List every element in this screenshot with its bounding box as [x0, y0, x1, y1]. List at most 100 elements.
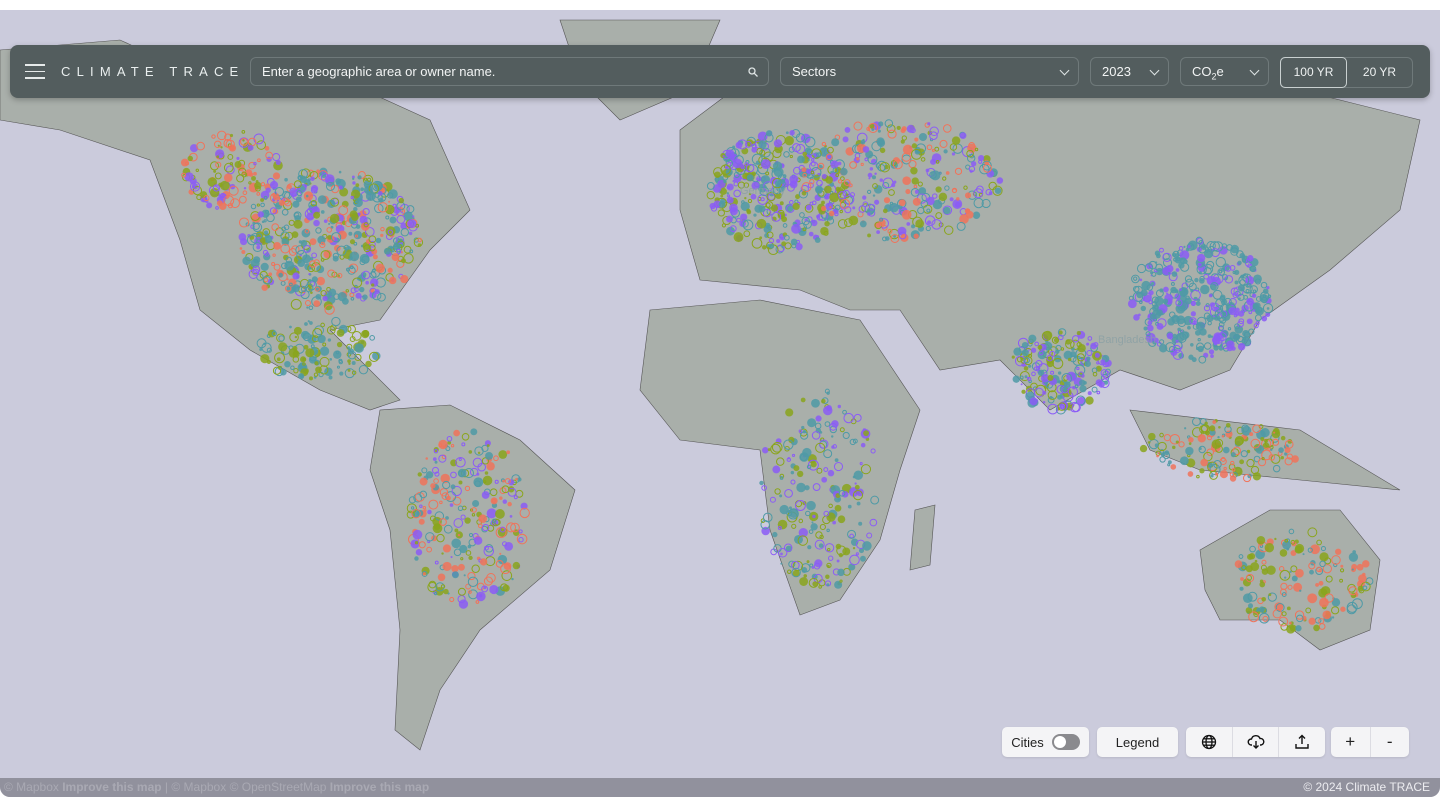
emission-source-dot [1213, 420, 1216, 423]
emission-source-dot [709, 202, 716, 210]
search-icon[interactable] [748, 67, 758, 77]
emission-source-dot [1100, 359, 1106, 365]
emission-source-dot [906, 124, 915, 133]
emission-source-dot [1319, 552, 1329, 562]
improve-map-link-2[interactable]: Improve this map [330, 780, 429, 794]
emission-source-dot [490, 497, 498, 505]
emission-source-dot [484, 471, 489, 475]
emission-source-dot [1200, 244, 1207, 250]
emission-source-dot [807, 545, 812, 550]
land-madagascar [909, 504, 936, 571]
legend-button[interactable]: Legend [1097, 727, 1178, 757]
emission-source-dot [265, 187, 271, 193]
emission-source-dot [877, 129, 881, 133]
emission-source-dot [1219, 470, 1228, 479]
emission-source-dot [1087, 391, 1092, 396]
emission-source-dot [1057, 371, 1062, 375]
emission-source-dot [1286, 624, 1296, 634]
emission-source-dot [495, 509, 505, 519]
globe-button[interactable] [1186, 727, 1232, 757]
emission-source-dot [369, 335, 375, 341]
emission-source-dot [914, 189, 919, 194]
emission-source-dot [362, 294, 368, 300]
emission-source-dot [304, 322, 308, 326]
emission-source-dot [310, 291, 313, 295]
hamburger-icon[interactable] [25, 64, 45, 80]
gwp-20yr-button[interactable]: 20 YR [1347, 58, 1412, 87]
emission-source-dot [1156, 323, 1164, 330]
emission-source-dot [876, 137, 885, 146]
gwp-100yr-button[interactable]: 100 YR [1280, 57, 1347, 88]
emission-source-dot [1141, 280, 1151, 291]
emission-source-dot [820, 226, 829, 236]
emission-source-dot [807, 158, 810, 162]
emission-source-dot [388, 189, 398, 199]
emission-source-dot [365, 280, 369, 285]
emission-source-dot [284, 260, 295, 271]
emission-source-dot [816, 214, 821, 219]
emission-source-dot [988, 191, 993, 196]
emission-source-dot [451, 571, 459, 579]
emission-source-dot [294, 335, 298, 339]
emission-source-dot [329, 358, 333, 361]
emission-source-dot [837, 497, 841, 501]
download-button[interactable] [1231, 727, 1279, 757]
year-dropdown[interactable]: 2023 [1090, 57, 1169, 86]
emissions-map[interactable]: Germany Bangladesh [0, 10, 1440, 797]
emission-source-dot [765, 130, 773, 137]
osm-attribution[interactable]: | © Mapbox © OpenStreetMap [162, 780, 330, 794]
emission-source-dot [842, 136, 849, 143]
emission-source-dot [184, 172, 194, 182]
emission-source-dot [229, 133, 234, 138]
emission-source-dot [902, 176, 911, 185]
cloud-download-icon [1247, 735, 1264, 749]
emission-source-dot [780, 562, 783, 565]
zoom-out-button[interactable]: - [1369, 727, 1410, 757]
sectors-dropdown[interactable]: Sectors [780, 57, 1079, 86]
emission-source-dot [1190, 311, 1196, 317]
emission-source-dot [825, 574, 830, 579]
emission-source-dot [305, 194, 309, 198]
emission-source-dot [1279, 549, 1288, 557]
emission-source-dot [1286, 547, 1290, 551]
emission-source-dot [1023, 366, 1029, 371]
share-button[interactable] [1278, 727, 1325, 757]
emission-source-dot [450, 484, 456, 490]
emission-source-dot [1188, 437, 1194, 443]
emission-source-dot [720, 194, 724, 198]
emission-source-dot [297, 259, 306, 267]
emission-source-dot [1273, 431, 1276, 434]
gas-dropdown[interactable]: CO2e [1180, 57, 1269, 86]
emission-source-dot [1251, 293, 1257, 298]
emission-source-dot [1073, 355, 1078, 359]
emission-source-dot [898, 199, 906, 207]
emission-source-dot [1239, 586, 1244, 591]
emission-source-dot [458, 563, 465, 571]
emission-source-dot [485, 451, 493, 460]
emission-source-dot [1245, 565, 1253, 573]
emission-source-dot [1193, 296, 1198, 302]
emission-source-dot [852, 475, 856, 479]
improve-map-link[interactable]: Improve this map [62, 780, 161, 794]
mapbox-attribution[interactable]: © Mapbox [4, 780, 59, 794]
emission-source-dot [316, 276, 326, 286]
emission-source-dot [1057, 380, 1061, 383]
cities-switch[interactable] [1051, 734, 1080, 750]
emission-source-dot [1302, 553, 1305, 556]
emission-source-dot [1253, 274, 1262, 284]
emission-source-dot [842, 547, 851, 556]
emission-source-dot [1209, 425, 1216, 432]
cities-toggle[interactable]: Cities [1002, 727, 1089, 757]
emission-source-dot [319, 346, 330, 356]
emission-source-dot [1184, 427, 1187, 430]
emission-source-dot [959, 132, 967, 140]
emission-source-dot [1331, 616, 1335, 619]
emission-source-dot [1164, 450, 1170, 456]
emission-source-dot [300, 239, 308, 247]
search-input[interactable]: Enter a geographic area or owner name. [250, 57, 769, 86]
emission-source-dot [320, 210, 325, 214]
map-canvas[interactable] [0, 10, 1440, 797]
emission-source-dot [848, 215, 859, 226]
zoom-in-button[interactable]: + [1331, 727, 1370, 757]
emission-source-dot [347, 368, 351, 372]
